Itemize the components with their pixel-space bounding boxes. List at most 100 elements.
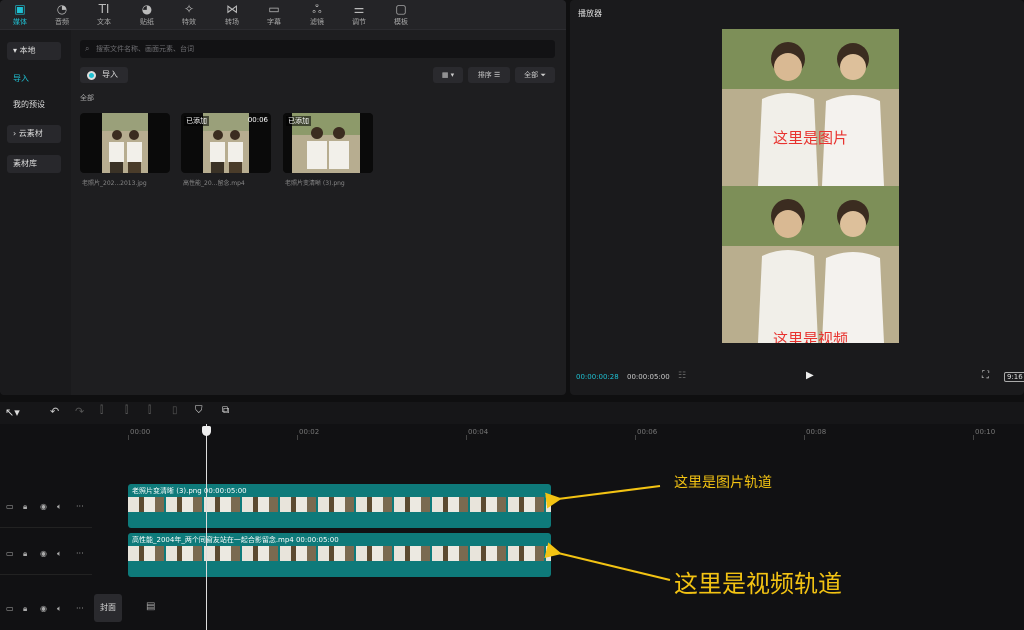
sort-button[interactable]: 排序 ☰ bbox=[468, 67, 510, 83]
fullscreen-icon[interactable]: ⛶ bbox=[982, 370, 989, 381]
more-icon[interactable]: ··· bbox=[76, 502, 84, 511]
import-button[interactable]: 导入 bbox=[80, 67, 128, 83]
media-thumb-3[interactable]: 已添加 bbox=[283, 113, 373, 173]
playhead-handle[interactable] bbox=[202, 426, 211, 436]
tab-text[interactable]: TI 文本 bbox=[84, 0, 124, 30]
cover-button[interactable]: 封面 bbox=[94, 594, 122, 622]
play-icon[interactable]: ▶ bbox=[806, 370, 814, 381]
ruler-tick bbox=[973, 435, 974, 440]
marker-icon[interactable]: ⛉ bbox=[195, 405, 203, 416]
clip-label: 高性能_2004年_两个同窗友站在一起合影留念.mp4 00:00:05:00 bbox=[132, 536, 339, 544]
more-icon[interactable]: ··· bbox=[76, 604, 84, 613]
tab-label: 贴纸 bbox=[140, 18, 154, 26]
media-thumb-1[interactable] bbox=[80, 113, 170, 173]
track-toggle-icon[interactable]: ▭ bbox=[6, 502, 14, 511]
video-preview bbox=[722, 186, 899, 343]
player-panel: 播放器 这里是图片 这里是视频 00:00:00:28 00:00:05:00 … bbox=[570, 0, 1024, 395]
sort-label: 排序 bbox=[477, 71, 492, 79]
sidebar-item-cloud[interactable]: › 云素材 bbox=[7, 125, 61, 143]
eye-icon[interactable]: ◉ bbox=[40, 549, 47, 558]
tab-label: 媒体 bbox=[13, 18, 27, 26]
delete-icon[interactable]: ▯ bbox=[172, 405, 178, 416]
tab-filter[interactable]: ஃ 滤镜 bbox=[297, 0, 337, 30]
tab-template[interactable]: ▢ 模板 bbox=[381, 0, 421, 30]
ruler-tick bbox=[466, 435, 467, 440]
text-icon: TI bbox=[98, 2, 110, 16]
added-badge: 已添加 bbox=[286, 116, 311, 126]
ruler-tick-label: 00:06 bbox=[637, 428, 658, 436]
preview-canvas[interactable]: 这里是图片 这里是视频 bbox=[722, 29, 899, 343]
tab-subtitle[interactable]: ▭ 字幕 bbox=[254, 0, 294, 30]
effects-icon: ✧ bbox=[183, 2, 195, 16]
tab-audio[interactable]: ◔ 音频 bbox=[42, 0, 82, 30]
video-editor-window: ▣ 媒体 ◔ 音频 TI 文本 ◕ 贴纸 ✧ 特效 ⋈ 转场 ▭ 字幕 ஃ 滤镜 ⚌ 调节 ▢ 模板 ▾ 本地 导入 … bbox=[0, 0, 1024, 630]
split-icon[interactable]: ⫿ bbox=[100, 405, 103, 416]
aspect-ratio-button[interactable]: 9:16 bbox=[1004, 372, 1024, 382]
split-left-icon[interactable]: ⫿ bbox=[125, 405, 128, 416]
tab-transition[interactable]: ⋈ 转场 bbox=[212, 0, 252, 30]
annotation-image-track: 这里是图片轨道 bbox=[674, 475, 772, 491]
time-ruler[interactable]: 00:00 00:02 00:04 00:06 00:08 00:10 bbox=[128, 424, 1024, 440]
photo-thumbnail bbox=[102, 113, 148, 173]
volume-icon[interactable]: 🔈︎ bbox=[57, 549, 62, 559]
redo-icon[interactable]: ↷ bbox=[75, 405, 84, 418]
tab-label: 模板 bbox=[394, 18, 408, 26]
media-name-2: 高性能_20...留念.mp4 bbox=[183, 180, 245, 187]
split-right-icon[interactable]: ⫿ bbox=[148, 405, 151, 416]
lock-icon[interactable]: 🔒︎ bbox=[23, 604, 27, 614]
sidebar-item-library[interactable]: 素材库 bbox=[7, 155, 61, 173]
track-toggle-icon[interactable]: ▭ bbox=[6, 604, 14, 613]
track-header-video: ▭ 🔒︎ ◉ 🔈︎ ··· bbox=[0, 531, 92, 575]
tab-label: 滤镜 bbox=[310, 18, 324, 26]
photo-preview bbox=[722, 29, 899, 186]
more-icon[interactable]: ··· bbox=[76, 549, 84, 558]
template-icon: ▢ bbox=[395, 2, 407, 16]
track-header-main: ▭ 🔒︎ ◉ 🔈︎ ··· bbox=[0, 586, 92, 630]
undo-icon[interactable]: ↶ bbox=[50, 405, 59, 418]
view-toggle-button[interactable]: ▦ ▾ bbox=[433, 67, 463, 83]
media-name-1: 老照片_202...2013.jpg bbox=[82, 180, 147, 187]
tab-media[interactable]: ▣ 媒体 bbox=[0, 0, 40, 30]
select-tool-icon[interactable]: ↖▾ bbox=[5, 406, 20, 419]
tab-adjust[interactable]: ⚌ 调节 bbox=[339, 0, 379, 30]
clip-filmstrip bbox=[128, 546, 551, 561]
tab-label: 特效 bbox=[182, 18, 196, 26]
timecode-total: 00:00:05:00 bbox=[627, 373, 670, 381]
sidebar-item-presets[interactable]: 我的预设 bbox=[7, 96, 61, 114]
sidebar-item-local[interactable]: ▾ 本地 bbox=[7, 42, 61, 60]
search-input[interactable]: ⌕ 搜索文件名称、画面元素、台词 bbox=[80, 40, 555, 58]
transition-icon: ⋈ bbox=[226, 2, 238, 16]
timeline[interactable]: 00:00 00:02 00:04 00:06 00:08 00:10 ▭ 🔒︎ ◉ 🔈︎… bbox=[0, 424, 1024, 630]
eye-icon[interactable]: ◉ bbox=[40, 502, 47, 511]
track-header-image: ▭ 🔒︎ ◉ 🔈︎ ··· bbox=[0, 484, 92, 528]
player-title: 播放器 bbox=[578, 9, 602, 18]
tab-label: 调节 bbox=[352, 18, 366, 26]
list-icon[interactable]: ☷ bbox=[678, 371, 686, 381]
sidebar-item-import[interactable]: 导入 bbox=[7, 70, 61, 88]
tab-label: 字幕 bbox=[267, 18, 281, 26]
image-tool-icon[interactable]: ⧉ bbox=[222, 405, 229, 416]
tab-effects[interactable]: ✧ 特效 bbox=[169, 0, 209, 30]
filter-button[interactable]: 全部 ⏷ bbox=[515, 67, 555, 83]
clip-filmstrip bbox=[128, 497, 551, 512]
tab-sticker[interactable]: ◕ 贴纸 bbox=[127, 0, 167, 30]
adjust-icon: ⚌ bbox=[353, 2, 365, 16]
section-label: 全部 bbox=[80, 94, 94, 102]
lock-icon[interactable]: 🔒︎ bbox=[23, 549, 27, 559]
video-track-clip[interactable]: 高性能_2004年_两个同窗友站在一起合影留念.mp4 00:00:05:00 bbox=[128, 533, 551, 577]
subtitle-icon: ▭ bbox=[268, 2, 280, 16]
volume-icon[interactable]: 🔈︎ bbox=[57, 604, 62, 614]
media-panel: ▣ 媒体 ◔ 音频 TI 文本 ◕ 贴纸 ✧ 特效 ⋈ 转场 ▭ 字幕 ஃ 滤镜 ⚌ 调节 ▢ 模板 ▾ 本地 导入 … bbox=[0, 0, 566, 395]
video-thumbnail bbox=[203, 113, 249, 173]
search-icon: ⌕ bbox=[85, 44, 90, 53]
eye-icon[interactable]: ◉ bbox=[40, 604, 47, 613]
lock-icon[interactable]: 🔒︎ bbox=[23, 502, 27, 512]
playhead[interactable] bbox=[206, 424, 207, 630]
image-track-clip[interactable]: 老照片变清晰 (3).png 00:00:05:00 bbox=[128, 484, 551, 528]
sort-icon: ☰ bbox=[493, 71, 501, 79]
track-toggle-icon[interactable]: ▭ bbox=[6, 549, 14, 558]
film-icon[interactable]: ▤ bbox=[146, 601, 155, 612]
preview-image-layer: 这里是图片 bbox=[722, 29, 899, 186]
media-thumb-2[interactable]: 已添加 00:06 bbox=[181, 113, 271, 173]
volume-icon[interactable]: 🔈︎ bbox=[57, 502, 62, 512]
